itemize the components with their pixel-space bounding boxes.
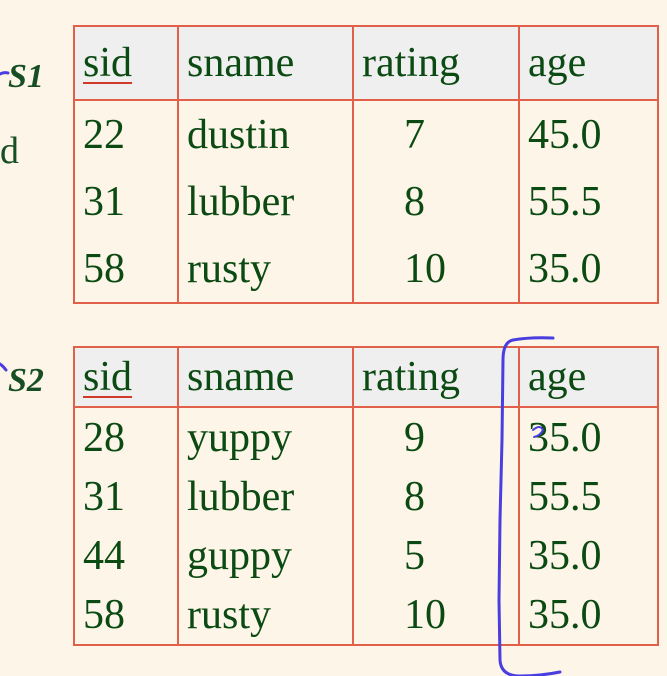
cell-rating: 8 (352, 168, 520, 235)
cell-sname: guppy (177, 526, 354, 585)
table-s2: sid sname rating age 28 yuppy 9 35.0 31 … (73, 346, 659, 646)
column-header-sname: sname (177, 347, 354, 408)
cell-sid: 44 (73, 526, 179, 585)
annotation-tick-s2 (0, 362, 8, 372)
cell-age: 35.0 (518, 407, 659, 467)
relation-label-s2: S2 (8, 362, 44, 399)
cell-rating: 8 (352, 467, 520, 526)
primary-key-label: sid (83, 354, 133, 400)
header-row: sid sname rating age (73, 26, 659, 101)
table-row: 58 rusty 10 35.0 (73, 235, 659, 303)
table-row: 22 dustin 7 45.0 (73, 100, 659, 168)
table-row: 44 guppy 5 35.0 (73, 526, 659, 585)
column-header-sname: sname (177, 26, 354, 101)
table-row: 31 lubber 8 55.5 (73, 168, 659, 235)
cell-rating: 10 (352, 235, 520, 303)
relation-label-s1: S1 (8, 58, 44, 95)
cell-sname: lubber (177, 168, 354, 235)
column-header-age: age (518, 26, 659, 101)
cell-age: 55.5 (518, 168, 659, 235)
cell-sname: yuppy (177, 407, 354, 467)
column-header-age: age (518, 347, 659, 408)
cell-age: 35.0 (518, 585, 659, 645)
cell-age: 35.0 (518, 526, 659, 585)
cell-sid: 58 (73, 235, 179, 303)
cell-sid: 28 (73, 407, 179, 467)
column-header-sid: sid (73, 26, 179, 101)
cell-age: 55.5 (518, 467, 659, 526)
primary-key-label: sid (83, 40, 133, 86)
cell-age: 45.0 (518, 100, 659, 168)
cell-rating: 7 (352, 100, 520, 168)
header-row: sid sname rating age (73, 347, 659, 408)
table-row: 28 yuppy 9 35.0 (73, 407, 659, 467)
cell-sname: dustin (177, 100, 354, 168)
cell-sid: 31 (73, 168, 179, 235)
cell-sname: lubber (177, 467, 354, 526)
cell-sname: rusty (177, 585, 354, 645)
column-header-rating: rating (352, 347, 520, 408)
cell-sid: 58 (73, 585, 179, 645)
table-s1: sid sname rating age 22 dustin 7 45.0 31… (73, 25, 659, 304)
cell-age: 35.0 (518, 235, 659, 303)
cell-sid: 31 (73, 467, 179, 526)
cell-sid: 22 (73, 100, 179, 168)
cell-rating: 9 (352, 407, 520, 467)
cell-sname: rusty (177, 235, 354, 303)
table-row: 58 rusty 10 35.0 (73, 585, 659, 645)
cell-rating: 10 (352, 585, 520, 645)
table-row: 31 lubber 8 55.5 (73, 467, 659, 526)
column-header-sid: sid (73, 347, 179, 408)
cut-off-letter: d (0, 130, 19, 172)
annotation-dash-s1 (0, 71, 10, 76)
column-header-rating: rating (352, 26, 520, 101)
cell-rating: 5 (352, 526, 520, 585)
